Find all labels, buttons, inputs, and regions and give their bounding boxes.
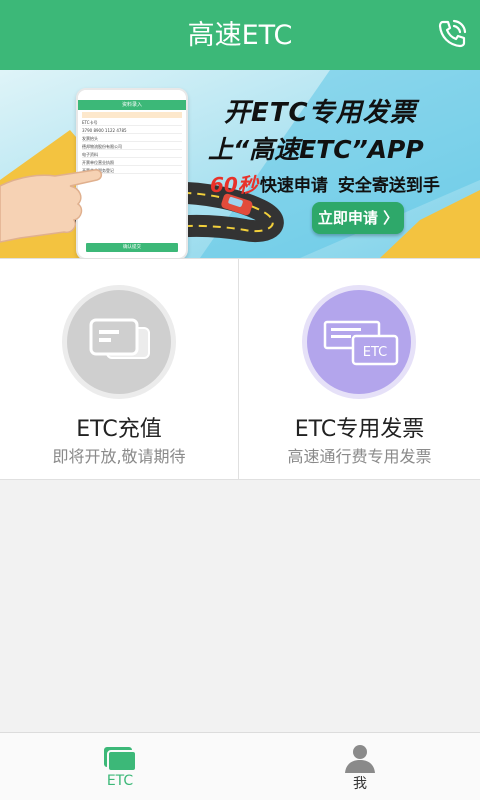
apply-now-button[interactable]: 立即申请 〉 (312, 202, 404, 234)
phone-icon[interactable] (436, 18, 468, 50)
promo-banner[interactable]: 资料录入 ETC卡号 3790 8900 1122 4785 发票抬头 德邦物流… (0, 70, 480, 258)
hand-icon (0, 169, 103, 243)
etc-invoice-card[interactable]: ETC ETC专用发票 高速通行费专用发票 (240, 259, 479, 479)
tab-label: ETC (106, 773, 134, 789)
invoice-icon-circle: ETC (302, 285, 416, 399)
mock-warning (82, 112, 182, 118)
mock-card-number: 3790 8900 1122 4785 (82, 128, 182, 134)
tab-etc[interactable]: ETC (0, 733, 240, 800)
etc-cards-icon (104, 747, 137, 772)
banner-subheadline: 上“高速ETC”APP (208, 135, 424, 164)
user-icon (345, 745, 375, 773)
app-header: 高速ETC (0, 0, 480, 70)
service-cards: ETC充值 即将开放,敬请期待 ETC ETC专用发票 高速通行费专用发票 (0, 258, 480, 480)
mock-invoice-label: 发票抬头 (82, 136, 182, 142)
card-title: ETC专用发票 (294, 417, 425, 442)
card-subtitle: 高速通行费专用发票 (287, 447, 432, 466)
card-stack-icon (89, 318, 150, 359)
banner-highlight: 60秒 (210, 172, 258, 197)
banner-slogan-a: 快速申请 (259, 175, 328, 196)
banner-slogan: 60秒 快速申请 安全寄送到手 (210, 169, 440, 197)
recharge-icon-circle (62, 285, 176, 399)
banner-slogan-b: 安全寄送到手 (337, 175, 440, 196)
banner-headline: 开ETC专用发票 (224, 98, 417, 128)
etc-recharge-card[interactable]: ETC充值 即将开放,敬请期待 (0, 259, 239, 479)
svg-text:ETC: ETC (363, 345, 387, 360)
mock-field-label: ETC卡号 (82, 120, 182, 126)
page-title: 高速ETC (187, 20, 293, 51)
tab-me[interactable]: 我 (240, 733, 480, 800)
etc-invoice-icon: ETC (323, 320, 399, 366)
mock-status-bar (78, 90, 186, 100)
mock-title: 资料录入 (78, 100, 186, 110)
tab-label: 我 (353, 776, 367, 792)
card-subtitle: 即将开放,敬请期待 (52, 447, 186, 466)
card-title: ETC充值 (76, 417, 162, 442)
bottom-tab-bar: ETC 我 (0, 732, 480, 800)
